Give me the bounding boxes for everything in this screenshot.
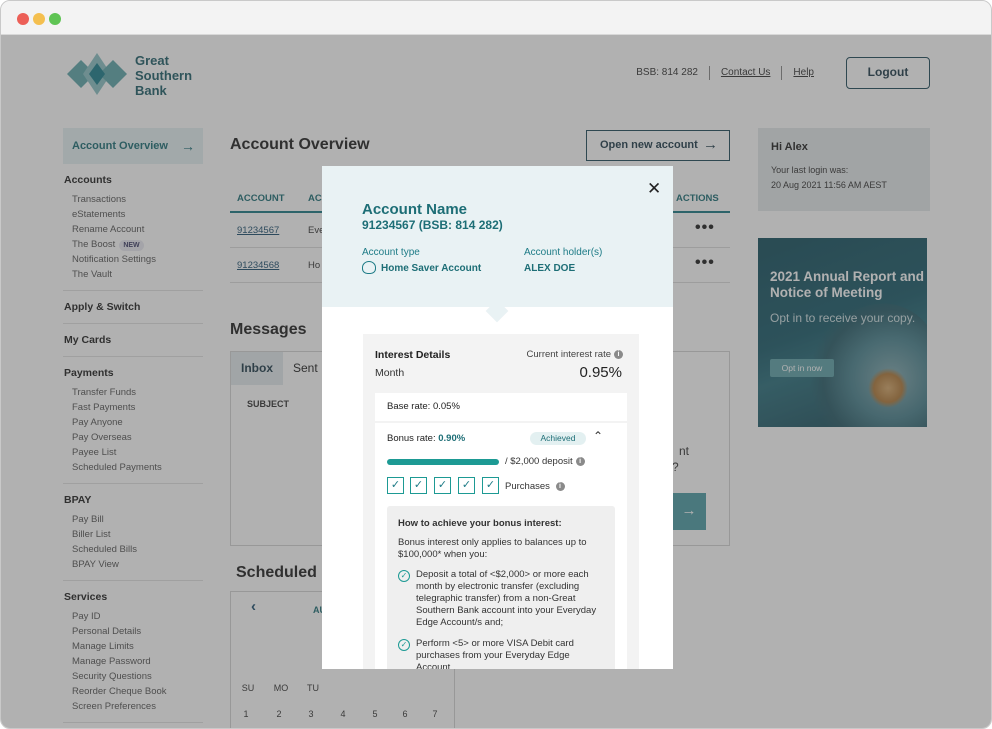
close-window-button[interactable] <box>17 13 29 25</box>
deposit-progress-fill <box>387 459 499 465</box>
current-rate-label: Current interest rate i <box>527 349 623 360</box>
check-icon: ✓ <box>387 477 404 494</box>
base-rate-row: Base rate: 0.05% <box>375 393 627 421</box>
bonus-rate-label: Bonus rate: 0.90% <box>387 433 466 444</box>
close-icon[interactable]: ✕ <box>647 179 661 199</box>
howto-subtitle: Bonus interest only applies to balances … <box>398 537 587 560</box>
check-icon: ✓ <box>458 477 475 494</box>
account-holder-label: Account holder(s) <box>524 247 603 258</box>
check-icon: ✓ <box>410 477 427 494</box>
modal-header <box>322 166 673 307</box>
achieved-badge: Achieved <box>530 432 586 445</box>
chevron-up-icon[interactable]: ⌃ <box>593 429 603 443</box>
account-holder-value: ALEX DOE <box>524 263 576 274</box>
deposit-label: / $2,000 deposit i <box>505 456 585 467</box>
deposit-progress-bar <box>387 459 499 465</box>
piggy-bank-icon <box>362 261 376 274</box>
purchases-label: Purchases i <box>505 481 565 492</box>
bonus-rate-panel: Bonus rate: 0.90% Achieved ⌃ / $2,000 de… <box>375 423 627 669</box>
check-circle-icon: ✓ <box>398 639 410 651</box>
check-icon: ✓ <box>482 477 499 494</box>
info-icon[interactable]: i <box>575 456 585 466</box>
interest-details-title: Interest Details <box>375 349 451 361</box>
account-details-modal: ✕ Account Name 91234567 (BSB: 814 282) A… <box>322 166 673 669</box>
account-name-heading: Account Name <box>362 201 468 218</box>
howto-title: How to achieve your bonus interest: <box>398 518 562 529</box>
bonus-howto-panel: How to achieve your bonus interest: Bonu… <box>387 506 615 669</box>
interest-details-card: Interest Details Month Current interest … <box>363 334 639 669</box>
check-icon: ✓ <box>434 477 451 494</box>
howto-item: ✓ Deposit a total of <$2,000> or more eac… <box>398 569 604 629</box>
current-rate-value: 0.95% <box>579 364 622 381</box>
interest-period: Month <box>375 367 405 379</box>
maximize-window-button[interactable] <box>49 13 61 25</box>
bank-app: Great Southern Bank BSB: 814 282 Contact… <box>1 35 991 728</box>
howto-item: ✓ Perform <5> or more VISA Debit card pur… <box>398 638 604 669</box>
info-icon[interactable]: i <box>614 349 623 359</box>
account-type-label: Account type <box>362 247 420 258</box>
title-bar <box>1 1 991 35</box>
browser-window: Great Southern Bank BSB: 814 282 Contact… <box>0 0 992 729</box>
account-number: 91234567 (BSB: 814 282) <box>362 218 503 232</box>
info-icon[interactable]: i <box>555 481 565 491</box>
account-type-value: Home Saver Account <box>381 263 482 274</box>
check-circle-icon: ✓ <box>398 570 410 582</box>
minimize-window-button[interactable] <box>33 13 45 25</box>
